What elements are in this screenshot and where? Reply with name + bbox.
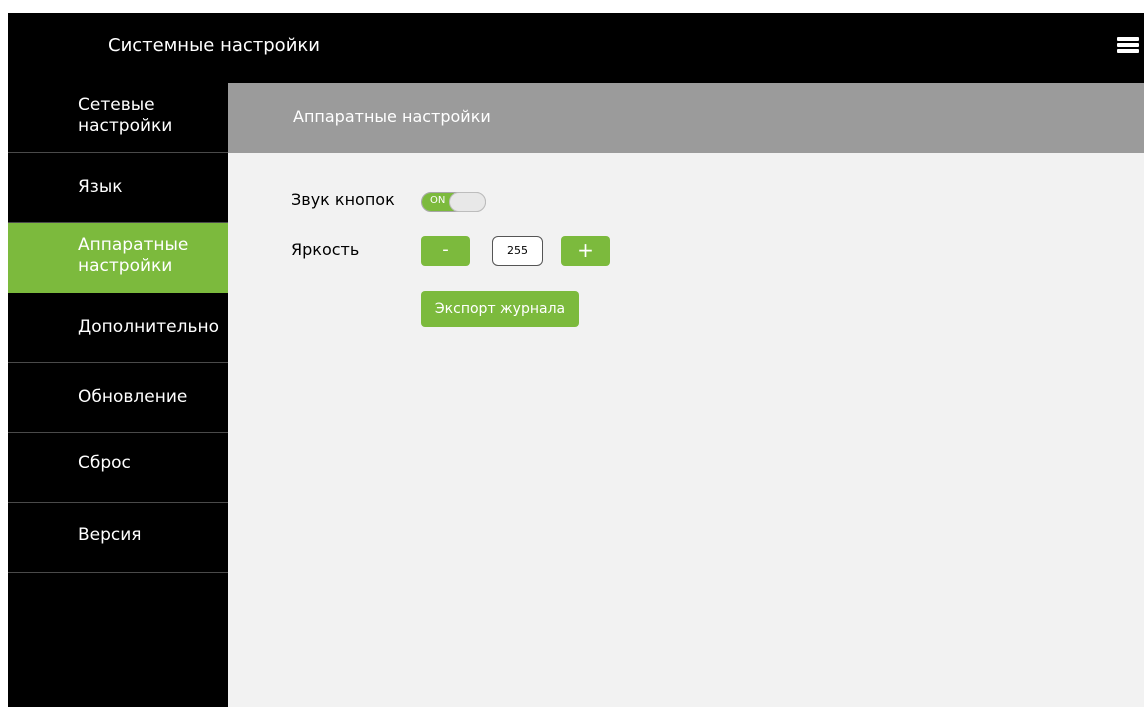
sidebar-item-reset[interactable]: Сброс (8, 433, 228, 503)
sidebar-item-label: Аппаратные настройки (78, 235, 189, 276)
brightness-increase-button[interactable]: + (561, 236, 610, 266)
sidebar: Сетевые настройки Язык Аппаратные настро… (8, 83, 228, 707)
sidebar-item-update[interactable]: Обновление (8, 363, 228, 433)
sidebar-item-language[interactable]: Язык (8, 153, 228, 223)
sidebar-item-label: Сетевые настройки (78, 95, 173, 136)
sidebar-item-hardware-settings[interactable]: Аппаратные настройки (8, 223, 228, 293)
sidebar-item-label: Сброс (78, 453, 131, 473)
brightness-value-field[interactable]: 255 (492, 236, 543, 266)
button-sound-label: Звук кнопок (291, 190, 395, 209)
sidebar-item-network-settings[interactable]: Сетевые настройки (8, 83, 228, 153)
page-title: Аппаратные настройки (293, 107, 491, 126)
toggle-knob (449, 192, 486, 212)
sidebar-item-label: Язык (78, 177, 123, 197)
app-title: Системные настройки (108, 35, 320, 56)
toggle-state-text: ON (430, 195, 446, 206)
brightness-decrease-button[interactable]: - (421, 236, 470, 266)
hamburger-menu-icon[interactable] (1117, 37, 1139, 55)
top-bar: Системные настройки (8, 13, 1144, 83)
sidebar-item-label: Дополнительно (78, 317, 219, 337)
app-window: Системные настройки Сетевые настройки Яз… (8, 13, 1144, 707)
sidebar-item-label: Версия (78, 525, 142, 545)
sidebar-item-label: Обновление (78, 387, 188, 407)
button-sound-toggle[interactable]: ON (421, 192, 486, 212)
brightness-label: Яркость (291, 240, 360, 259)
sidebar-item-version[interactable]: Версия (8, 503, 228, 573)
export-log-button[interactable]: Экспорт журнала (421, 291, 579, 327)
content-header: Аппаратные настройки (228, 83, 1144, 153)
sidebar-item-advanced[interactable]: Дополнительно (8, 293, 228, 363)
